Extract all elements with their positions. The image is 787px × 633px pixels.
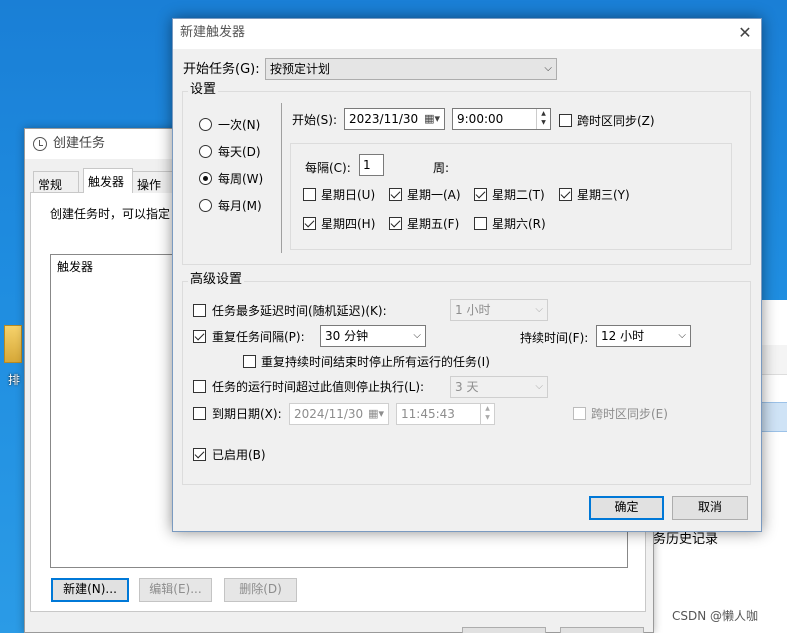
duration-value: 12 小时: [601, 329, 645, 343]
enabled-label[interactable]: 已启用(B): [212, 448, 266, 462]
week-unit-label: 周:: [433, 161, 450, 175]
stop-all-label[interactable]: 重复持续时间结束时停止所有运行的任务(I): [261, 355, 490, 369]
repeat-checkbox[interactable]: [193, 330, 206, 343]
desktop-icon-label: 排: [8, 373, 21, 387]
background-app-history-label: 务历史记录: [653, 532, 719, 547]
delay-value: 1 小时: [455, 303, 491, 317]
weekday-sunday-checkbox[interactable]: [303, 188, 316, 201]
spinner-icon[interactable]: ▲ ▼: [480, 404, 494, 424]
tab-actions[interactable]: 操作: [132, 171, 174, 193]
create-task-ok-button[interactable]: [462, 627, 546, 633]
radio-weekly[interactable]: [199, 172, 212, 185]
settings-group-label: 设置: [188, 82, 219, 97]
radio-monthly[interactable]: [199, 199, 212, 212]
weekday-thursday-label[interactable]: 星期四(H): [321, 217, 375, 231]
dialog-titlebar: [173, 19, 761, 49]
folder-icon[interactable]: [4, 325, 22, 363]
weekday-friday-label[interactable]: 星期五(F): [407, 217, 459, 231]
settings-divider: [281, 103, 282, 253]
delay-label[interactable]: 任务最多延迟时间(随机延迟)(K):: [212, 304, 387, 318]
create-task-description: 创建任务时，可以指定: [50, 207, 171, 221]
expire-label[interactable]: 到期日期(X):: [212, 407, 282, 421]
delay-dropdown[interactable]: 1 小时 ⌵: [450, 299, 548, 321]
cancel-button[interactable]: 取消: [672, 496, 748, 520]
expire-date-picker[interactable]: 2024/11/30 ▦▾: [289, 403, 389, 425]
close-icon[interactable]: ✕: [736, 24, 754, 42]
create-task-cancel-button[interactable]: [560, 627, 644, 633]
radio-weekly-label[interactable]: 每周(W): [218, 172, 263, 186]
expire-date-value: 2024/11/30: [294, 407, 364, 421]
chevron-down-icon: ⌵: [535, 304, 543, 315]
expire-time-value: 11:45:43: [401, 407, 455, 421]
weekday-monday-label[interactable]: 星期一(A): [407, 188, 461, 202]
expire-time-picker[interactable]: 11:45:43 ▲ ▼: [396, 403, 495, 425]
begin-task-value: 按预定计划: [270, 62, 331, 76]
sync-timezone-checkbox[interactable]: [559, 114, 572, 127]
chevron-down-icon: ⌵: [678, 330, 686, 341]
create-task-title: 创建任务: [53, 136, 106, 151]
recur-label: 每隔(C):: [305, 161, 351, 175]
stop-all-checkbox[interactable]: [243, 355, 256, 368]
weekday-saturday-checkbox[interactable]: [474, 217, 487, 230]
weekday-tuesday-label[interactable]: 星期二(T): [492, 188, 545, 202]
radio-daily[interactable]: [199, 145, 212, 158]
stop-if-longer-value: 3 天: [455, 380, 479, 394]
calendar-icon[interactable]: ▦▾: [368, 404, 384, 424]
weekday-wednesday-checkbox[interactable]: [559, 188, 572, 201]
enabled-checkbox[interactable]: [193, 448, 206, 461]
stop-if-longer-label[interactable]: 任务的运行时间超过此值则停止执行(L):: [212, 380, 424, 394]
expire-sync-label[interactable]: 跨时区同步(E): [591, 407, 668, 421]
begin-task-label: 开始任务(G):: [183, 62, 260, 77]
radio-once-label[interactable]: 一次(N): [218, 118, 260, 132]
weekday-tuesday-checkbox[interactable]: [474, 188, 487, 201]
duration-label: 持续时间(F):: [520, 331, 589, 345]
watermark: CSDN @懒人咖: [672, 609, 759, 623]
weekday-friday-checkbox[interactable]: [389, 217, 402, 230]
weekday-thursday-checkbox[interactable]: [303, 217, 316, 230]
edit-trigger-button[interactable]: 编辑(E)...: [139, 578, 212, 602]
delete-trigger-button[interactable]: 删除(D): [224, 578, 297, 602]
repeat-value: 30 分钟: [325, 329, 369, 343]
begin-task-dropdown[interactable]: 按预定计划 ⌵: [265, 58, 557, 80]
start-date-value: 2023/11/30: [349, 112, 419, 126]
start-time-picker[interactable]: 9:00:00 ▲ ▼: [452, 108, 551, 130]
weekday-sunday-label[interactable]: 星期日(U): [321, 188, 375, 202]
dialog-title: 新建触发器: [180, 25, 246, 40]
expire-checkbox[interactable]: [193, 407, 206, 420]
calendar-icon[interactable]: ▦▾: [424, 109, 440, 129]
radio-once[interactable]: [199, 118, 212, 131]
tab-general[interactable]: 常规: [33, 171, 79, 193]
start-date-picker[interactable]: 2023/11/30 ▦▾: [344, 108, 445, 130]
new-trigger-button[interactable]: 新建(N)...: [51, 578, 129, 602]
weekday-wednesday-label[interactable]: 星期三(Y): [577, 188, 630, 202]
tab-triggers[interactable]: 触发器: [83, 168, 133, 193]
start-time-value: 9:00:00: [457, 112, 504, 126]
background-app-selected-row: [760, 402, 787, 432]
chevron-down-icon: ⌵: [535, 381, 543, 392]
radio-daily-label[interactable]: 每天(D): [218, 145, 261, 159]
sync-timezone-label[interactable]: 跨时区同步(Z): [577, 114, 655, 128]
expire-sync-checkbox[interactable]: [573, 407, 586, 420]
advanced-group-label: 高级设置: [188, 272, 245, 287]
ok-button[interactable]: 确定: [589, 496, 664, 520]
recur-input[interactable]: 1: [359, 154, 384, 176]
stop-if-longer-dropdown[interactable]: 3 天 ⌵: [450, 376, 548, 398]
trigger-list-header[interactable]: 触发器: [57, 260, 93, 274]
chevron-down-icon: ⌵: [544, 63, 552, 74]
weekday-monday-checkbox[interactable]: [389, 188, 402, 201]
weekday-saturday-label[interactable]: 星期六(R): [492, 217, 546, 231]
background-app-row: [760, 345, 787, 375]
spinner-icon[interactable]: ▲ ▼: [536, 109, 550, 129]
repeat-dropdown[interactable]: 30 分钟 ⌵: [320, 325, 426, 347]
repeat-label[interactable]: 重复任务间隔(P):: [212, 330, 305, 344]
chevron-down-icon: ⌵: [413, 330, 421, 341]
radio-monthly-label[interactable]: 每月(M): [218, 199, 262, 213]
duration-dropdown[interactable]: 12 小时 ⌵: [596, 325, 691, 347]
stop-if-longer-checkbox[interactable]: [193, 380, 206, 393]
delay-checkbox[interactable]: [193, 304, 206, 317]
start-label: 开始(S):: [292, 113, 338, 127]
clock-icon: [33, 137, 47, 151]
